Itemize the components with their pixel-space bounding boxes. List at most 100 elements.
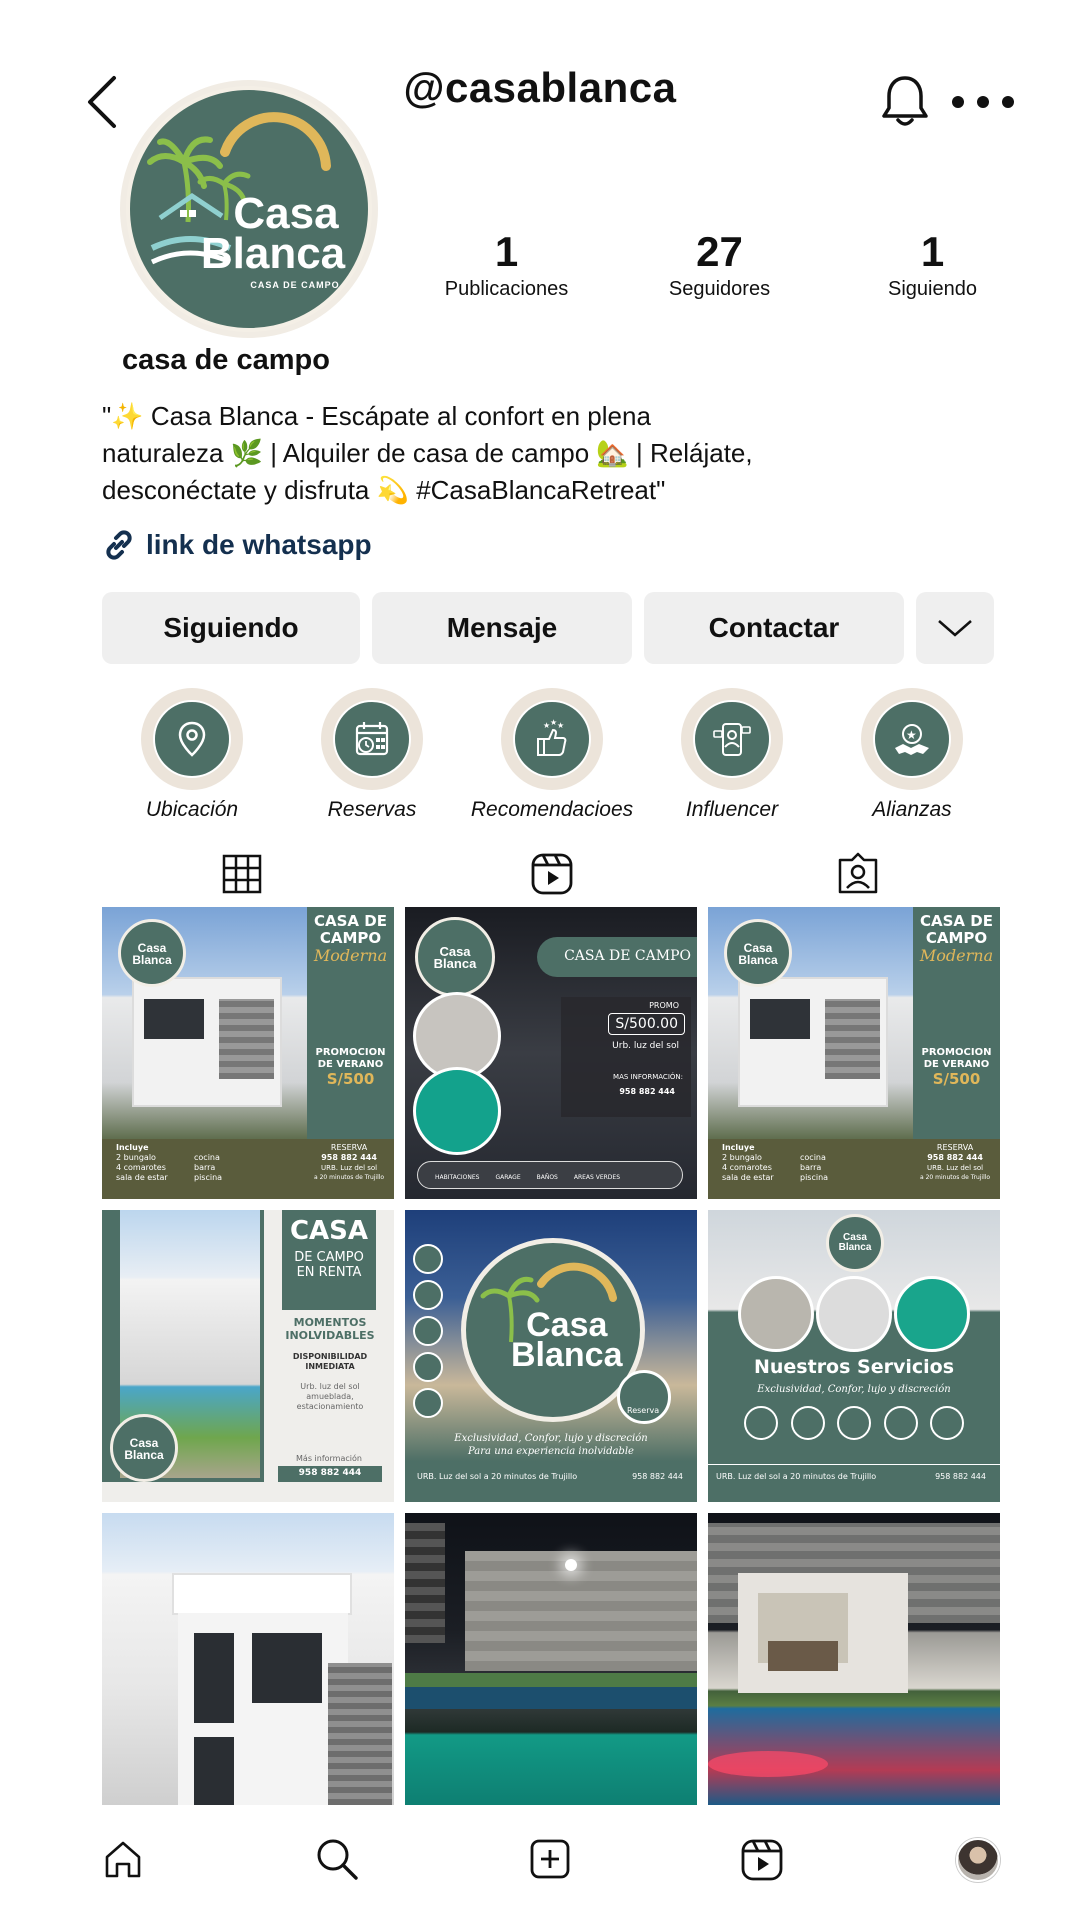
following-label: Siguiendo — [888, 278, 977, 300]
create-icon[interactable] — [529, 1838, 571, 1880]
phone: 958 882 444 — [619, 1087, 675, 1096]
phone: 958 882 444 — [927, 1153, 983, 1162]
include-item: piscina — [800, 1173, 829, 1182]
post-tile[interactable]: Casa Blanca Reserva Exclusividad, Confor,… — [405, 1210, 697, 1502]
tagged-icon[interactable] — [832, 848, 884, 900]
link-icon — [106, 530, 132, 560]
highlight-label: Reservas — [327, 798, 417, 821]
post-tile[interactable] — [708, 1513, 1000, 1805]
phone: 958 882 444 — [298, 1468, 362, 1478]
slogan: Para una experiencia inolvidable — [468, 1446, 634, 1457]
display-name: casa de campo — [122, 344, 330, 376]
promo-panel: CASA DE CAMPO Moderna PROMOCION DE VERAN… — [307, 907, 394, 1142]
casa-blanca-logo: Casa Blanca CASA DE CAMPO — [126, 86, 372, 332]
reels-icon[interactable] — [740, 1838, 784, 1882]
availability-text: INMEDIATA — [305, 1362, 355, 1371]
post-tile[interactable]: CASA DE CAMPO PROMO S/500.00 Urb. luz de… — [405, 907, 697, 1199]
bio-line: naturaleza 🌿 | Alquiler de casa de campo… — [102, 438, 753, 468]
location-pin-icon — [178, 721, 206, 757]
post-tile[interactable] — [102, 1513, 394, 1805]
profile-stats: 1 Publicaciones 27 Seguidores 1 Siguiend… — [400, 228, 1040, 301]
post-title: CASA DE CAMPO — [564, 948, 691, 964]
mini-logo: Casa Blanca — [724, 919, 792, 987]
grid-icon[interactable] — [216, 848, 268, 900]
highlight-influencer[interactable]: Influencer — [642, 688, 822, 822]
logo-tagline: CASA DE CAMPO — [250, 280, 340, 290]
include-item: cocina — [194, 1153, 220, 1162]
highlight-ubicacion[interactable]: Ubicación — [102, 688, 282, 822]
moments-text: MOMENTOS — [293, 1316, 367, 1329]
following-button[interactable]: Siguiendo — [102, 592, 360, 664]
includes-label: Incluye — [722, 1143, 755, 1152]
post-tile[interactable]: CASA DE CAMPO EN RENTA MOMENTOS INOLVIDA… — [102, 1210, 394, 1502]
post-tile[interactable]: CASA DE CAMPO Moderna PROMOCION DE VERAN… — [102, 907, 394, 1199]
include-item: cocina — [800, 1153, 826, 1162]
stat-following[interactable]: 1 Siguiendo — [826, 228, 1039, 301]
reserve-label: RESERVA — [330, 1143, 368, 1152]
post-tile[interactable]: Casa Blanca Nuestros Servicios Exclusivid… — [708, 1210, 1000, 1502]
highlight-recomendaciones[interactable]: ★ ★ ★ Recomendacioes — [462, 688, 642, 822]
message-button[interactable]: Mensaje — [372, 592, 632, 664]
moments-text: INOLVIDABLES — [285, 1329, 375, 1342]
highlight-alianzas[interactable]: ★ Alianzas — [822, 688, 1002, 822]
promo-price: S/500 — [326, 1070, 375, 1088]
description-text: amueblada, — [306, 1392, 354, 1401]
reels-icon[interactable] — [526, 848, 578, 900]
include-item: 4 comarotes — [116, 1163, 166, 1172]
post-tile[interactable]: CASA DE CAMPO Moderna PROMOCION DE VERAN… — [708, 907, 1000, 1199]
link-text: link de whatsapp — [146, 529, 372, 560]
post-footer: Incluye 2 bungalo 4 comarotes sala de es… — [708, 1139, 1000, 1199]
notification-bell-icon[interactable] — [880, 74, 930, 130]
promo-panel: CASA DE CAMPO Moderna PROMOCION DE VERAN… — [913, 907, 1000, 1142]
chevron-down-icon — [938, 620, 972, 637]
mini-logo: Casa Blanca — [118, 919, 186, 987]
logo-text: Casa Blanca CASA DE CAMPO — [188, 192, 358, 291]
include-item: 2 bungalo — [722, 1153, 762, 1162]
stat-followers[interactable]: 27 Seguidores — [613, 228, 826, 301]
profile-avatar[interactable] — [956, 1838, 1000, 1882]
profile-actions: Siguiendo Mensaje Contactar — [102, 592, 994, 664]
post-title: CASA — [289, 1216, 369, 1246]
post-title: CASA DE — [314, 912, 387, 930]
post-footer: Incluye 2 bungalo 4 comarotes sala de es… — [102, 1139, 394, 1199]
contact-button[interactable]: Contactar — [644, 592, 904, 664]
search-icon[interactable] — [314, 1836, 360, 1882]
stat-posts[interactable]: 1 Publicaciones — [400, 228, 613, 301]
highlight-label: Influencer — [685, 798, 779, 821]
address: URB. Luz del sol — [926, 1164, 984, 1172]
story-highlights: Ubicación Reservas ★ ★ ★ Recomendacioes … — [102, 688, 1002, 822]
highlight-reservas[interactable]: Reservas — [282, 688, 462, 822]
include-item: piscina — [194, 1173, 223, 1182]
include-item: 4 comarotes — [722, 1163, 772, 1172]
post-title: CASA DE — [920, 912, 993, 930]
more-options-icon[interactable] — [950, 92, 1016, 112]
followers-count: 27 — [696, 228, 743, 275]
promo-price: S/500 — [932, 1070, 981, 1088]
feature-label: BAÑOS — [536, 1174, 558, 1181]
phone: 958 882 444 — [321, 1153, 377, 1162]
description-text: estacionamiento — [296, 1402, 364, 1411]
post-subtitle: DE CAMPO — [294, 1250, 364, 1265]
slogan: Exclusividad, Confor, lujo y discreción — [454, 1433, 648, 1444]
influencer-phone-icon — [713, 723, 751, 756]
promo-text: PROMOCION — [921, 1047, 992, 1058]
profile-bio: "✨ Casa Blanca - Escápate al confort en … — [102, 398, 822, 509]
highlight-label: Alianzas — [872, 798, 952, 821]
suggestions-dropdown-button[interactable] — [916, 592, 994, 664]
post-tile[interactable] — [405, 1513, 697, 1805]
promo-text: PROMOCION — [315, 1047, 386, 1058]
include-item: barra — [800, 1163, 822, 1172]
posts-grid: CASA DE CAMPO Moderna PROMOCION DE VERAN… — [102, 907, 1000, 1805]
address: a 20 minutos de Trujillo — [314, 1174, 385, 1181]
mini-logo: Casa Blanca — [826, 1214, 884, 1272]
whatsapp-link[interactable]: link de whatsapp — [102, 528, 372, 562]
address: URB. Luz del sol a 20 minutos de Trujill… — [417, 1472, 578, 1481]
phone: 958 882 444 — [935, 1472, 986, 1481]
svg-text:★: ★ — [557, 721, 564, 730]
include-item: sala de estar — [116, 1173, 168, 1182]
followers-label: Seguidores — [668, 278, 771, 300]
phone: 958 882 444 — [632, 1472, 683, 1481]
mini-logo: Casa Blanca — [110, 1414, 178, 1482]
profile-avatar[interactable]: Casa Blanca CASA DE CAMPO — [120, 80, 378, 338]
home-icon[interactable] — [102, 1838, 144, 1880]
